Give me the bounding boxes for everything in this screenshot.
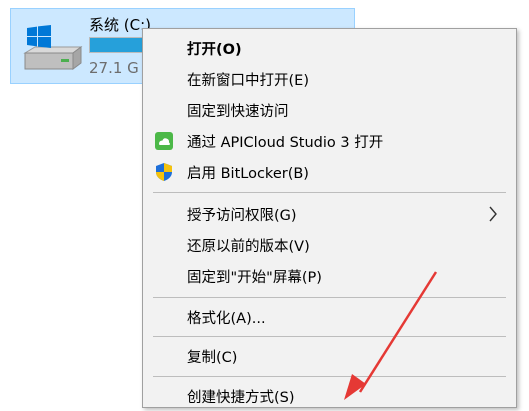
menu-item-label: 在新窗口中打开(E) <box>187 72 309 89</box>
menu-item-pin-start[interactable]: 固定到"开始"屏幕(P) <box>143 261 516 291</box>
drive-size-text: 27.1 G <box>89 59 139 77</box>
windows-drive-icon <box>23 25 83 70</box>
menu-item-format[interactable]: 格式化(A)... <box>143 302 516 332</box>
menu-item-restore-versions[interactable]: 还原以前的版本(V) <box>143 230 516 260</box>
menu-separator <box>153 192 506 193</box>
menu-item-label: 打开(O) <box>187 41 242 58</box>
menu-item-label: 固定到快速访问 <box>187 103 289 120</box>
apicloud-icon <box>155 132 173 150</box>
menu-item-label: 启用 BitLocker(B) <box>187 165 309 182</box>
menu-item-create-shortcut[interactable]: 创建快捷方式(S) <box>143 381 516 411</box>
menu-item-label: 创建快捷方式(S) <box>187 389 295 406</box>
menu-item-label: 固定到"开始"屏幕(P) <box>187 269 322 286</box>
menu-item-pin-quick-access[interactable]: 固定到快速访问 <box>143 95 516 125</box>
menu-item-open[interactable]: 打开(O) <box>143 33 516 63</box>
menu-item-label: 复制(C) <box>187 349 238 366</box>
menu-item-label: 格式化(A)... <box>187 310 266 327</box>
menu-separator <box>153 376 506 377</box>
menu-item-give-access[interactable]: 授予访问权限(G) <box>143 199 516 229</box>
menu-item-open-new-window[interactable]: 在新窗口中打开(E) <box>143 64 516 94</box>
menu-item-label: 还原以前的版本(V) <box>187 238 310 255</box>
menu-item-open-apicloud[interactable]: 通过 APICloud Studio 3 打开 <box>143 126 516 156</box>
menu-item-bitlocker[interactable]: 启用 BitLocker(B) <box>143 157 516 187</box>
menu-item-label: 授予访问权限(G) <box>187 207 297 224</box>
shield-icon <box>156 163 172 181</box>
menu-separator <box>153 336 506 337</box>
menu-separator <box>153 297 506 298</box>
menu-item-label: 通过 APICloud Studio 3 打开 <box>187 134 384 151</box>
menu-item-copy[interactable]: 复制(C) <box>143 341 516 371</box>
context-menu: 打开(O) 在新窗口中打开(E) 固定到快速访问 通过 APICloud Stu… <box>142 28 517 408</box>
chevron-right-icon <box>489 206 497 222</box>
